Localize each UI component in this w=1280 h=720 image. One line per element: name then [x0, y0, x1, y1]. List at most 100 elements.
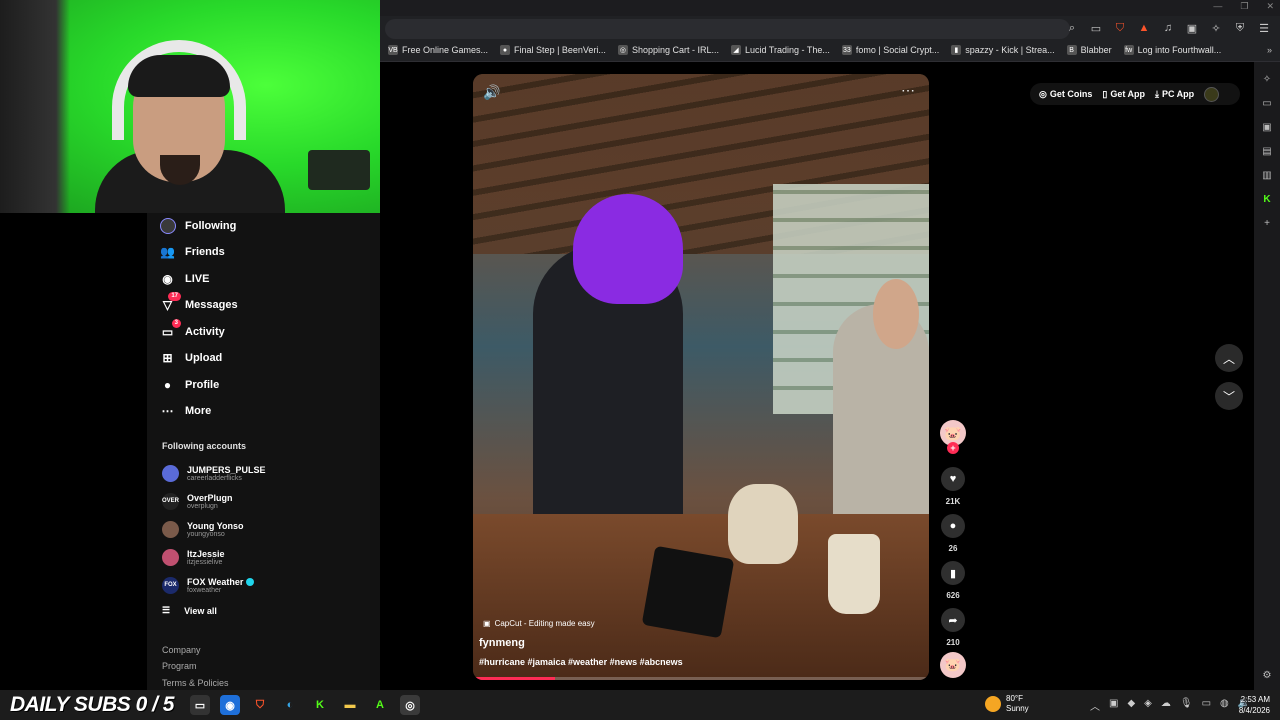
comment-count: 26 — [948, 544, 958, 553]
next-video-button[interactable]: ﹀ — [1215, 382, 1243, 410]
sidebar-item-messages[interactable]: ▽ 17 Messages — [159, 291, 238, 316]
brave-browser-icon[interactable]: ⛉ — [250, 695, 270, 715]
more-bookmarks-button[interactable]: » — [1267, 45, 1272, 55]
reading-list-icon[interactable]: ▥ — [1260, 168, 1274, 182]
video-menu-icon[interactable]: ⋯ — [901, 82, 915, 99]
video-player[interactable]: 🔊 ⋯ ▣ CapCut - Editing made easy fynmeng… — [473, 74, 929, 680]
sidebar-item-activity[interactable]: ▭ 3 Activity — [159, 318, 225, 343]
video-author[interactable]: fynmeng — [479, 637, 525, 649]
webcam-chair — [0, 0, 70, 213]
get-app-button[interactable]: ▯ Get App — [1102, 89, 1145, 100]
cast-icon[interactable]: ▭ — [1088, 20, 1104, 36]
settings-gear-icon[interactable]: ⚙ — [1260, 668, 1274, 682]
tray-app-icon[interactable]: ▣ — [1109, 698, 1118, 713]
kick-app-icon[interactable]: K — [310, 695, 330, 715]
account-handle: itzjessielive — [187, 558, 223, 566]
onedrive-icon[interactable]: ☁ — [1161, 698, 1171, 713]
account-avatar: FOX — [162, 576, 179, 594]
upload-icon: ⊞ — [162, 351, 173, 365]
view-all-button[interactable]: ☰ View all — [162, 605, 217, 616]
pc-app-button[interactable]: ⤓ PC App — [1155, 89, 1194, 100]
leo-icon[interactable]: ✧ — [1260, 72, 1274, 86]
bookmarks-icon[interactable]: ▤ — [1260, 144, 1274, 158]
footer-link-program[interactable]: Program — [162, 661, 197, 671]
account-name: ItzJessie — [187, 548, 225, 559]
kick-icon[interactable]: K — [1260, 192, 1274, 206]
mic-icon[interactable]: 🎙 — [1180, 698, 1193, 713]
capcut-icon: ▣ — [483, 619, 491, 628]
tray-expand-icon[interactable]: ︿ — [1090, 698, 1100, 713]
capcut-link[interactable]: ▣ CapCut - Editing made easy — [483, 619, 595, 628]
footer-link-terms[interactable]: Terms & Policies — [162, 678, 229, 688]
display-icon[interactable]: ▭ — [1202, 698, 1211, 713]
bookmark-label: spazzy - Kick | Strea... — [965, 45, 1055, 55]
app-icon-blue[interactable]: ◉ — [220, 695, 240, 715]
sidebar-item-live[interactable]: ◉ LIVE — [159, 268, 209, 290]
video-progress-bar[interactable] — [473, 677, 929, 680]
sidebar-item-label: Activity — [185, 326, 225, 338]
get-coins-button[interactable]: ◎ Get Coins — [1039, 89, 1092, 100]
video-scene-phone — [641, 545, 735, 639]
wallet-icon[interactable]: ▣ — [1184, 20, 1200, 36]
like-button[interactable]: ♥ — [941, 467, 965, 491]
vpn-icon[interactable]: ⛨ — [1232, 20, 1248, 36]
weather-widget[interactable]: 80°F Sunny — [985, 694, 1029, 714]
bookmark-item[interactable]: ◢ Lucid Trading - The... — [730, 45, 830, 55]
share-button[interactable]: ➦ — [941, 608, 965, 632]
sun-icon — [985, 696, 1001, 712]
edge-browser-icon[interactable]: ◐ — [280, 695, 300, 715]
phone-icon: ▯ — [1102, 88, 1108, 99]
task-view-icon[interactable]: ▭ — [190, 695, 210, 715]
account-handle: foxweather — [187, 586, 222, 594]
following-account[interactable]: ItzJessie itzjessielive — [162, 545, 225, 569]
footer-link-company[interactable]: Company — [162, 645, 201, 655]
bookmark-item[interactable]: ◎ Shopping Cart - IRL... — [617, 45, 719, 55]
restore-icon[interactable]: ❐ — [1240, 1, 1248, 12]
sidebar-item-profile[interactable]: ● Profile — [159, 374, 219, 396]
weather-condition: Sunny — [1006, 704, 1029, 713]
close-icon[interactable]: ✕ — [1266, 1, 1274, 12]
bookmark-item[interactable]: VB Free Online Games... — [388, 45, 488, 55]
following-account[interactable]: OVER OverPlugn overplugn — [162, 489, 233, 513]
bookmark-item[interactable]: ▮ spazzy - Kick | Strea... — [951, 45, 1055, 55]
previous-video-button[interactable]: ︿ — [1215, 344, 1243, 372]
brave-shield-icon[interactable]: ⛉ — [1112, 20, 1128, 36]
bookmark-item[interactable]: 33 fomo | Social Crypt... — [841, 45, 939, 55]
sidebar-item-upload[interactable]: ⊞ Upload — [159, 347, 222, 369]
tray-app3-icon[interactable]: ◈ — [1144, 698, 1152, 713]
obs-app-icon[interactable]: ◎ — [400, 695, 420, 715]
system-clock[interactable]: 2:53 AM 8/4/2026 — [1228, 694, 1270, 716]
rewards-icon[interactable]: ▲ — [1136, 20, 1152, 36]
minimize-icon[interactable]: — — [1213, 1, 1222, 12]
file-explorer-icon[interactable]: ▬ — [340, 695, 360, 715]
volume-icon[interactable]: 🔊 — [483, 84, 500, 101]
following-account[interactable]: FOX FOX Weather foxweather — [162, 573, 255, 597]
sidebar-item-following[interactable]: Following — [159, 215, 236, 237]
tray-app2-icon[interactable]: ◆ — [1127, 698, 1135, 713]
comment-button[interactable]: ● — [941, 514, 965, 538]
video-hashtags[interactable]: #hurricane #jamaica #weather #news #abcn… — [479, 657, 683, 667]
follow-button[interactable]: + — [947, 442, 959, 454]
menu-icon[interactable]: ☰ — [1256, 20, 1272, 36]
music-disc[interactable]: 🐷 — [940, 652, 966, 678]
add-panel-icon[interactable]: + — [1260, 216, 1274, 230]
terminal-app-icon[interactable]: A — [370, 695, 390, 715]
save-button[interactable]: ▮ — [941, 561, 965, 585]
media-icon[interactable]: ♫ — [1160, 20, 1176, 36]
friends-icon: 👥 — [160, 245, 175, 259]
bookmark-item[interactable]: ● Final Step | BeenVeri... — [500, 45, 606, 55]
bookmark-item[interactable]: fw Log into Fourthwall... — [1123, 45, 1221, 55]
clock-date: 8/4/2026 — [1238, 706, 1270, 715]
tv-icon[interactable]: ▭ — [1260, 96, 1274, 110]
following-account[interactable]: Young Yonso youngyonso — [162, 517, 244, 541]
account-avatar — [162, 548, 179, 566]
sidebar-item-more[interactable]: ⋯ More — [159, 400, 212, 422]
address-bar[interactable] — [385, 19, 1070, 39]
bookmark-item[interactable]: B Blabber — [1066, 45, 1112, 55]
following-account[interactable]: JUMPERS_PULSE careerladderflicks — [162, 461, 266, 485]
wallet-icon[interactable]: ▣ — [1260, 120, 1274, 134]
sidebar-item-friends[interactable]: 👥 Friends — [159, 241, 225, 263]
leo-ai-icon[interactable]: ✧ — [1208, 20, 1224, 36]
search-icon[interactable]: ⌕ — [1064, 20, 1080, 36]
profile-avatar[interactable] — [1204, 86, 1220, 102]
